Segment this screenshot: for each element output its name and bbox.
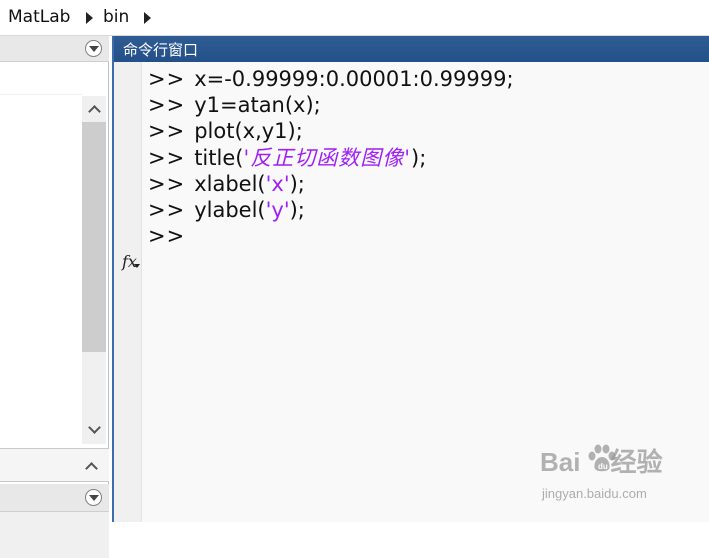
command-line: >> x=-0.99999:0.00001:0.99999;	[148, 66, 514, 92]
svg-text:du: du	[598, 462, 608, 471]
command-code: ylabel(	[194, 197, 266, 222]
prompt: >>	[148, 145, 186, 170]
prompt: >>	[148, 93, 186, 118]
command-window-title: 命令行窗口	[123, 41, 199, 59]
current-folder-header	[0, 36, 109, 62]
command-code: );	[411, 145, 427, 170]
watermark-url: jingyan.baidu.com	[542, 486, 647, 501]
command-code: );	[289, 197, 305, 222]
command-line: >> title('反正切函数图像');	[148, 145, 514, 171]
details-panel-bar[interactable]	[0, 448, 109, 482]
command-line: >> xlabel('x');	[148, 171, 514, 197]
command-code: plot(x,y1);	[194, 119, 303, 144]
command-line: >> ylabel('y');	[148, 197, 514, 223]
scroll-up-icon[interactable]	[88, 104, 101, 118]
command-code: xlabel(	[194, 171, 266, 196]
breadcrumb-item-matlab[interactable]: MatLab	[8, 7, 70, 27]
prompt: >>	[148, 224, 186, 249]
file-list[interactable]	[0, 62, 82, 444]
scrollbar-thumb[interactable]	[82, 122, 106, 352]
command-window-titlebar[interactable]: 命令行窗口	[114, 36, 709, 62]
vertical-scrollbar[interactable]	[82, 96, 106, 444]
prompt: >>	[148, 119, 186, 144]
command-history-lines[interactable]: >> x=-0.99999:0.00001:0.99999; >> y1=atan(…	[148, 66, 514, 249]
command-line: >> plot(x,y1);	[148, 118, 514, 144]
collapse-up-icon[interactable]	[85, 461, 98, 475]
panel-menu-icon[interactable]	[85, 40, 102, 57]
command-gutter: fx	[114, 62, 142, 522]
prompt: >>	[148, 171, 186, 196]
string-literal: '反正切函数图像'	[243, 145, 411, 170]
command-input-line[interactable]: >>	[148, 223, 514, 249]
current-folder-panel	[0, 36, 109, 558]
panel-menu-icon[interactable]	[85, 489, 102, 506]
breadcrumb-separator-icon[interactable]	[144, 12, 151, 24]
command-line: >> y1=atan(x);	[148, 92, 514, 118]
baidu-watermark: Bai 经验 du jingyan.baidu.com	[540, 442, 700, 512]
breadcrumb-item-bin[interactable]: bin	[103, 7, 129, 27]
address-breadcrumb: MatLab bin	[0, 0, 709, 36]
workspace-panel	[0, 484, 109, 558]
command-code: title(	[194, 145, 244, 170]
list-item[interactable]	[0, 62, 82, 95]
string-literal: 'y'	[265, 197, 290, 222]
prompt: >>	[148, 67, 186, 91]
fx-function-browser-icon[interactable]: fx	[122, 252, 140, 271]
paw-icon: du	[588, 444, 616, 472]
string-literal: 'x'	[265, 171, 290, 196]
command-code: y1=atan(x);	[194, 93, 321, 118]
prompt: >>	[148, 197, 186, 222]
command-code: );	[289, 171, 305, 196]
command-code: x=-0.99999:0.00001:0.99999;	[194, 67, 514, 91]
scroll-down-icon[interactable]	[88, 421, 101, 434]
breadcrumb-separator-icon[interactable]	[86, 12, 93, 24]
workspace-header	[0, 484, 109, 512]
